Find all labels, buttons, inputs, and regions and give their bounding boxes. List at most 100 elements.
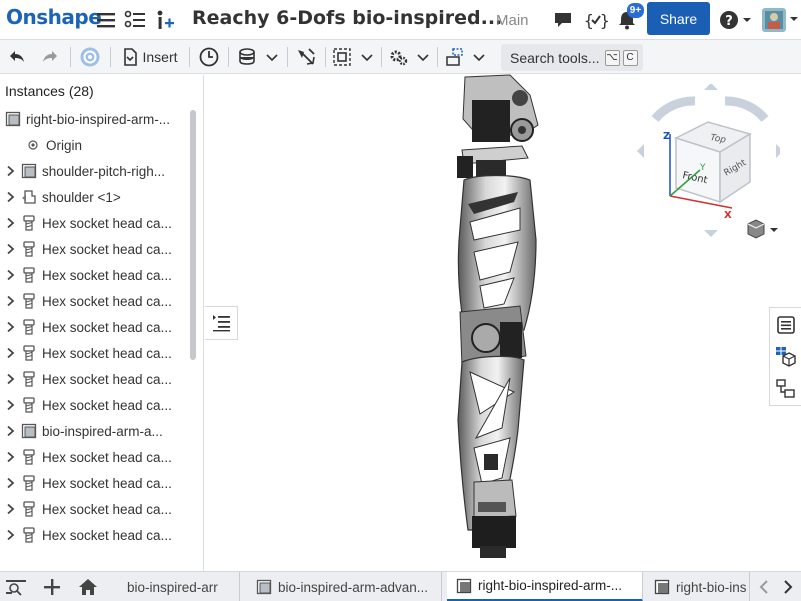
search-tools-label: Search tools... bbox=[510, 49, 600, 66]
tree-item-label: Hex socket head ca... bbox=[42, 449, 172, 465]
tree-item[interactable]: Hex socket head ca... bbox=[0, 236, 190, 262]
tree-item-label: Hex socket head ca... bbox=[42, 527, 172, 543]
robot-arm-model[interactable] bbox=[440, 72, 550, 562]
chevron-right-icon[interactable] bbox=[0, 158, 20, 184]
tree-item-label: right-bio-inspired-arm-... bbox=[26, 111, 171, 127]
view-mode-dropdown[interactable] bbox=[747, 219, 778, 239]
replicate-icon[interactable] bbox=[197, 44, 221, 70]
document-tab[interactable]: bio-inspired-arr bbox=[110, 572, 240, 601]
rotate-left-icon[interactable] bbox=[637, 144, 644, 158]
screw-icon bbox=[20, 214, 38, 232]
comment-icon[interactable] bbox=[551, 8, 575, 32]
chevron-right-icon[interactable] bbox=[0, 210, 20, 236]
hamburger-menu-icon[interactable] bbox=[94, 8, 118, 32]
explode-view-dropdown-button[interactable] bbox=[443, 44, 489, 70]
screw-icon bbox=[20, 448, 38, 466]
scroll-tabs-left-icon[interactable] bbox=[752, 575, 776, 599]
assembly-icon bbox=[653, 578, 671, 596]
tree-item-label: bio-inspired-arm-a... bbox=[42, 423, 163, 439]
document-tab[interactable]: bio-inspired-arm-advan... bbox=[247, 572, 442, 601]
chevron-right-icon[interactable] bbox=[0, 184, 20, 210]
chevron-right-icon[interactable] bbox=[0, 262, 20, 288]
tab-active[interactable]: right-bio-inspired-arm-... bbox=[447, 572, 643, 601]
feature-list-icon[interactable] bbox=[123, 8, 147, 32]
insert-icon[interactable] bbox=[153, 8, 177, 32]
chevron-right-icon[interactable] bbox=[0, 496, 20, 522]
redo-icon[interactable] bbox=[38, 44, 62, 70]
svg-text:}: } bbox=[600, 11, 608, 30]
chevron-right-icon[interactable] bbox=[0, 288, 20, 314]
chevron-right-icon[interactable] bbox=[0, 392, 20, 418]
branch-name[interactable]: Main bbox=[496, 12, 529, 29]
tree-item[interactable]: shoulder-pitch-righ... bbox=[0, 158, 190, 184]
tab-label: bio-inspired-arm-advan... bbox=[278, 579, 429, 595]
document-title[interactable]: Reachy 6-Dofs bio-inspired... bbox=[192, 7, 502, 29]
tree-item[interactable]: shoulder <1> bbox=[0, 184, 190, 210]
screw-icon bbox=[20, 318, 38, 336]
rotate-right-icon[interactable] bbox=[776, 144, 780, 158]
mate-features-icon[interactable] bbox=[774, 377, 798, 401]
chevron-right-icon[interactable] bbox=[0, 340, 20, 366]
tree-item-label: Hex socket head ca... bbox=[42, 267, 172, 283]
search-tools-button[interactable]: Search tools... ⌥ C bbox=[501, 44, 643, 71]
tree-item[interactable]: Hex socket head ca... bbox=[0, 314, 190, 340]
chevron-right-icon[interactable] bbox=[0, 444, 20, 470]
tree-item[interactable]: Hex socket head ca... bbox=[0, 470, 190, 496]
toggle-panel-button[interactable] bbox=[205, 306, 238, 340]
tree-item[interactable]: Hex socket head ca... bbox=[0, 340, 190, 366]
appearance-icon[interactable] bbox=[774, 345, 798, 369]
tree-item[interactable]: Hex socket head ca... bbox=[0, 262, 190, 288]
tree-item[interactable]: Hex socket head ca... bbox=[0, 392, 190, 418]
tab-manager-icon[interactable] bbox=[4, 575, 28, 599]
tree-item-label: Hex socket head ca... bbox=[42, 345, 172, 361]
chevron-right-icon[interactable] bbox=[0, 470, 20, 496]
tree-item[interactable]: Hex socket head ca... bbox=[0, 496, 190, 522]
view-cube[interactable]: Top Front Right X Z Y bbox=[630, 84, 780, 246]
tree-item[interactable]: Hex socket head ca... bbox=[0, 210, 190, 236]
tree-item[interactable]: bio-inspired-arm-a... bbox=[0, 418, 190, 444]
chevron-right-icon[interactable] bbox=[0, 522, 20, 548]
tree-item[interactable]: right-bio-inspired-arm-... bbox=[0, 106, 190, 132]
tree-item-label: Hex socket head ca... bbox=[42, 215, 172, 231]
tree-item[interactable]: Hex socket head ca... bbox=[0, 288, 190, 314]
gear-mate-dropdown-button[interactable] bbox=[387, 44, 433, 70]
mate-dropdown-button[interactable] bbox=[236, 44, 280, 70]
variables-icon[interactable]: {} bbox=[584, 8, 608, 32]
chevron-right-icon[interactable] bbox=[0, 314, 20, 340]
share-button[interactable]: Share bbox=[647, 2, 710, 35]
group-dropdown-button[interactable] bbox=[331, 44, 377, 70]
panel-scrollbar[interactable] bbox=[190, 110, 196, 360]
avatar[interactable] bbox=[760, 8, 800, 32]
undo-icon[interactable] bbox=[5, 44, 29, 70]
chevron-right-icon[interactable] bbox=[0, 236, 20, 262]
add-tab-icon[interactable] bbox=[40, 575, 64, 599]
insert-part-icon bbox=[124, 48, 138, 66]
screw-icon bbox=[20, 292, 38, 310]
help-icon[interactable]: ? bbox=[718, 8, 752, 32]
home-icon[interactable] bbox=[76, 575, 100, 599]
document-tab[interactable]: right-bio-ins bbox=[645, 572, 750, 601]
chevron-right-icon[interactable] bbox=[0, 418, 20, 444]
rotate-up-icon[interactable] bbox=[704, 84, 718, 90]
toolbar: Insert Search tools... ⌥ C bbox=[0, 40, 801, 74]
svg-text:?: ? bbox=[725, 14, 733, 29]
tree-item-label: Hex socket head ca... bbox=[42, 319, 172, 335]
tree-item[interactable]: Hex socket head ca... bbox=[0, 522, 190, 548]
properties-icon[interactable] bbox=[774, 313, 798, 337]
toolbar-divider bbox=[325, 47, 326, 67]
toolbar-divider bbox=[189, 47, 190, 67]
rotate-down-icon[interactable] bbox=[704, 230, 718, 237]
tree-item[interactable]: Hex socket head ca... bbox=[0, 444, 190, 470]
insert-button[interactable]: Insert bbox=[118, 44, 182, 70]
mate-tool-icon[interactable] bbox=[293, 44, 319, 70]
origin-icon bbox=[24, 136, 42, 154]
scroll-tabs-right-icon[interactable] bbox=[776, 575, 800, 599]
chevron-right-icon[interactable] bbox=[0, 366, 20, 392]
mate-connector-icon[interactable] bbox=[77, 44, 103, 70]
tree-item[interactable]: Hex socket head ca... bbox=[0, 366, 190, 392]
tree-item-label: Hex socket head ca... bbox=[42, 475, 172, 491]
tree-item[interactable]: Origin bbox=[0, 132, 190, 158]
toolbar-divider bbox=[110, 47, 111, 67]
screw-icon bbox=[20, 240, 38, 258]
onshape-logo[interactable]: Onshape bbox=[6, 5, 102, 29]
